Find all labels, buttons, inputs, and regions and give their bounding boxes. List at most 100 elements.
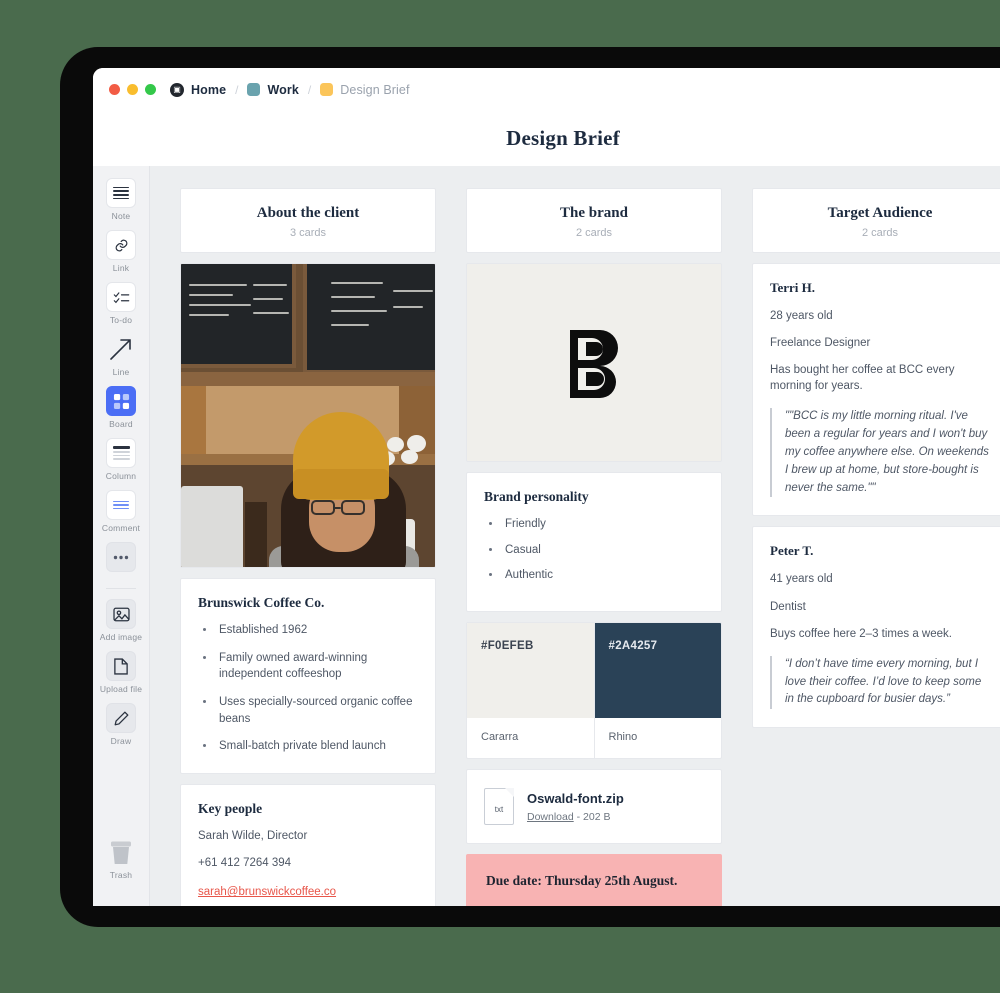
sidebar-item-comment[interactable]: Comment — [98, 490, 144, 533]
note-icon — [106, 178, 136, 208]
more-icon — [106, 542, 136, 572]
txt-file-icon: txt — [484, 788, 514, 825]
download-link[interactable]: Download — [527, 811, 574, 823]
card-persona-terri[interactable]: Terri H. 28 years old Freelance Designer… — [752, 263, 1000, 516]
sidebar-item-label: Trash — [110, 870, 132, 880]
persona-quote: ""BCC is my little morning ritual. I've … — [770, 408, 990, 497]
sidebar-item-column[interactable]: Column — [98, 438, 144, 481]
brunswick-b-monogram-icon — [566, 328, 622, 398]
breadcrumb-item-home[interactable]: ▣ Home — [170, 83, 226, 97]
logo-canvas — [467, 264, 721, 461]
persona-occupation: Freelance Designer — [770, 335, 990, 351]
page-title: Design Brief — [506, 126, 620, 151]
app-window: ▣ Home / Work / Design Brief Design Brie… — [93, 68, 1000, 906]
home-badge-icon: ▣ — [170, 83, 184, 97]
sidebar-item-trash[interactable]: Trash — [93, 837, 149, 880]
file-meta: Oswald-font.zip Download - 202 B — [527, 791, 624, 823]
todo-icon — [106, 282, 136, 312]
sidebar-item-label: To-do — [110, 315, 132, 325]
sidebar-item-label: Line — [113, 367, 130, 377]
card-client-info[interactable]: Brunswick Coffee Co. Established 1962 Fa… — [180, 578, 436, 774]
breadcrumb-label: Work — [267, 83, 298, 97]
file-separator: - — [577, 811, 581, 823]
column-icon — [106, 438, 136, 468]
column-title: About the client — [191, 205, 425, 222]
list-item: Friendly — [484, 516, 704, 533]
swatch-color-chip: #2A4257 — [595, 623, 722, 718]
breadcrumb-item-design-brief[interactable]: Design Brief — [320, 83, 409, 97]
board-icon — [106, 386, 136, 416]
list-item: Small-batch private blend launch — [198, 738, 418, 755]
card-file-attachment[interactable]: txt Oswald-font.zip Download - 202 B — [466, 769, 722, 844]
breadcrumb-label: Design Brief — [340, 83, 409, 97]
swatch-name-label: Rhino — [595, 718, 722, 758]
card-brand-logo[interactable] — [466, 263, 722, 462]
sidebar-item-note[interactable]: Note — [98, 178, 144, 221]
file-size-label: 202 B — [583, 811, 610, 823]
tool-sidebar: Note Link — [93, 166, 150, 906]
zoom-window-button[interactable] — [145, 84, 156, 95]
window-titlebar: ▣ Home / Work / Design Brief — [93, 68, 1000, 111]
link-icon — [106, 230, 136, 260]
board-canvas[interactable]: About the client 3 cards — [150, 166, 1000, 906]
list-item: Authentic — [484, 567, 704, 584]
device-frame: ▣ Home / Work / Design Brief Design Brie… — [60, 47, 1000, 927]
column-header[interactable]: Target Audience 2 cards — [752, 188, 1000, 253]
persona-habit: Buys coffee here 2–3 times a week. — [770, 626, 990, 642]
close-window-button[interactable] — [109, 84, 120, 95]
sidebar-item-line[interactable]: Line — [98, 334, 144, 377]
workspace-body: Note Link — [93, 166, 1000, 906]
file-name-label: Oswald-font.zip — [527, 791, 624, 806]
breadcrumb: ▣ Home / Work / Design Brief — [170, 83, 410, 97]
coffee-shop-photo — [181, 264, 435, 567]
list-item: Uses specially-sourced organic coffee be… — [198, 694, 418, 727]
sidebar-item-label: Comment — [102, 523, 140, 533]
sidebar-divider — [106, 588, 136, 589]
sidebar-item-upload-file[interactable]: Upload file — [98, 651, 144, 694]
line-icon — [106, 334, 136, 364]
column-header[interactable]: About the client 3 cards — [180, 188, 436, 253]
card-key-people[interactable]: Key people Sarah Wilde, Director +61 412… — [180, 784, 436, 906]
sidebar-item-label: Draw — [111, 736, 132, 746]
sidebar-item-add-image[interactable]: Add image — [98, 599, 144, 642]
sidebar-item-link[interactable]: Link — [98, 230, 144, 273]
card-due-date[interactable]: Due date: Thursday 25th August. — [466, 854, 722, 906]
card-color-swatches[interactable]: #F0EFEB Cararra #2A4257 Rhino — [466, 622, 722, 759]
column-title: Target Audience — [763, 205, 997, 222]
file-sub-line: Download - 202 B — [527, 811, 624, 823]
add-image-icon — [106, 599, 136, 629]
list-item: Casual — [484, 542, 704, 559]
breadcrumb-label: Home — [191, 83, 226, 97]
board-column-the-brand: The brand 2 cards Brand personality — [466, 188, 722, 906]
persona-habit: Has bought her coffee at BCC every morni… — [770, 362, 990, 394]
traffic-light-controls[interactable] — [109, 84, 156, 95]
trash-icon — [106, 837, 136, 867]
upload-file-icon — [106, 651, 136, 681]
persona-name: Peter T. — [770, 543, 990, 559]
breadcrumb-item-work[interactable]: Work — [247, 83, 298, 97]
document-header: Design Brief — [93, 111, 1000, 166]
color-swatch-rhino[interactable]: #2A4257 Rhino — [594, 623, 722, 758]
card-client-photo[interactable] — [180, 263, 436, 568]
minimize-window-button[interactable] — [127, 84, 138, 95]
board-column-target-audience: Target Audience 2 cards Terri H. 28 year… — [752, 188, 1000, 738]
sidebar-item-more[interactable] — [98, 542, 144, 575]
column-header[interactable]: The brand 2 cards — [466, 188, 722, 253]
sidebar-item-todo[interactable]: To-do — [98, 282, 144, 325]
sidebar-item-label: Note — [112, 211, 131, 221]
list-item: Family owned award-winning independent c… — [198, 650, 418, 683]
sidebar-item-draw[interactable]: Draw — [98, 703, 144, 746]
card-heading: Brunswick Coffee Co. — [198, 595, 418, 611]
contact-name: Sarah Wilde, Director — [198, 828, 418, 844]
breadcrumb-separator: / — [235, 83, 238, 97]
column-card-count: 2 cards — [477, 227, 711, 239]
column-card-count: 3 cards — [191, 227, 425, 239]
persona-age: 28 years old — [770, 308, 990, 324]
sidebar-item-board[interactable]: Board — [98, 386, 144, 429]
file-type-label: txt — [495, 805, 503, 814]
contact-email-link[interactable]: sarah@brunswickcoffee.co — [198, 886, 336, 898]
card-persona-peter[interactable]: Peter T. 41 years old Dentist Buys coffe… — [752, 526, 1000, 728]
card-brand-personality[interactable]: Brand personality Friendly Casual Authen… — [466, 472, 722, 612]
card-heading: Key people — [198, 801, 418, 817]
color-swatch-cararra[interactable]: #F0EFEB Cararra — [467, 623, 594, 758]
